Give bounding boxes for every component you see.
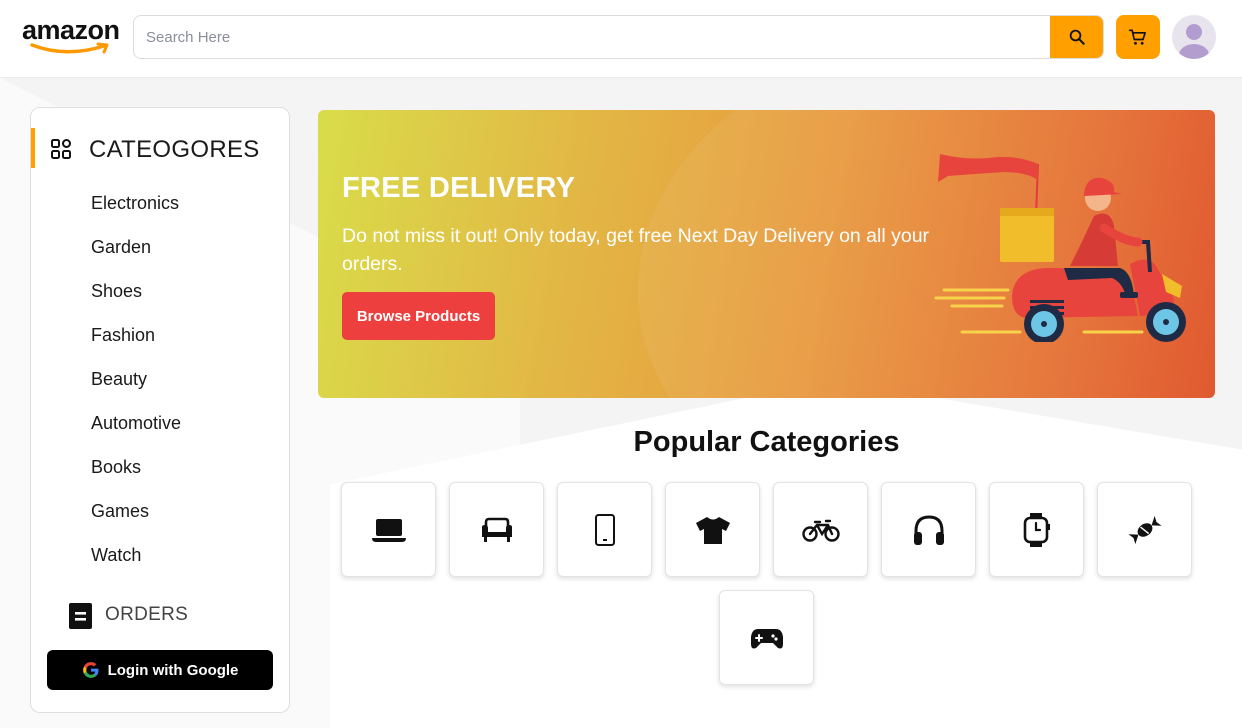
category-item-electronics[interactable]: Electronics (91, 190, 181, 234)
promo-banner: FREE DELIVERY Do not miss it out! Only t… (318, 110, 1215, 398)
top-header: amazon (0, 0, 1242, 78)
category-item-watch[interactable]: Watch (91, 542, 181, 586)
grid-icon (51, 139, 71, 159)
login-label: Login with Google (107, 661, 239, 679)
active-indicator (31, 128, 35, 168)
search-icon (1069, 29, 1085, 45)
category-tile-bicycle[interactable] (773, 482, 868, 577)
tshirt-icon (695, 516, 730, 544)
headphones-icon (913, 514, 944, 545)
category-list: Electronics Garden Shoes Fashion Beauty … (91, 190, 181, 586)
user-icon (1179, 24, 1209, 59)
banner-title: FREE DELIVERY (342, 172, 576, 204)
popular-categories-title: Popular Categories (633, 426, 900, 458)
search-bar (133, 15, 1104, 59)
login-with-google-button[interactable]: Login with Google (47, 650, 273, 690)
search-button[interactable] (1050, 16, 1103, 58)
category-item-garden[interactable]: Garden (91, 234, 181, 278)
sofa-icon (481, 517, 512, 542)
browse-products-button[interactable]: Browse Products (342, 292, 495, 340)
category-sidebar: CATEOGORES Electronics Garden Shoes Fash… (30, 107, 290, 713)
candy-icon (1127, 515, 1162, 544)
orders-label: ORDERS (105, 604, 189, 625)
gamepad-icon (750, 628, 783, 648)
category-tile-gaming[interactable] (719, 590, 814, 685)
category-item-fashion[interactable]: Fashion (91, 322, 181, 366)
logo-smile-icon (30, 42, 109, 54)
categories-title: CATEOGORES (89, 136, 260, 163)
document-icon (69, 603, 92, 629)
cart-button[interactable] (1116, 15, 1160, 59)
user-avatar[interactable] (1172, 15, 1216, 59)
delivery-scooter-illustration (934, 154, 1186, 342)
category-tile-laptop[interactable] (341, 482, 436, 577)
category-tile-clothing[interactable] (665, 482, 760, 577)
amazon-logo[interactable]: amazon (22, 14, 122, 58)
category-tile-mobile[interactable] (557, 482, 652, 577)
category-item-beauty[interactable]: Beauty (91, 366, 181, 410)
search-input[interactable] (134, 16, 1052, 58)
category-item-games[interactable]: Games (91, 498, 181, 542)
category-item-books[interactable]: Books (91, 454, 181, 498)
categories-header[interactable]: CATEOGORES (31, 128, 289, 170)
category-tile-audio[interactable] (881, 482, 976, 577)
phone-icon (594, 513, 615, 546)
smartwatch-icon (1023, 512, 1050, 547)
bicycle-icon (801, 519, 840, 542)
category-tile-furniture[interactable] (449, 482, 544, 577)
cart-icon (1128, 29, 1146, 45)
laptop-icon (371, 518, 406, 542)
google-icon (82, 662, 99, 678)
category-item-shoes[interactable]: Shoes (91, 278, 181, 322)
banner-text: Do not miss it out! Only today, get free… (342, 225, 930, 275)
category-item-automotive[interactable]: Automotive (91, 410, 181, 454)
category-tile-watch[interactable] (989, 482, 1084, 577)
category-tile-candy[interactable] (1097, 482, 1192, 577)
